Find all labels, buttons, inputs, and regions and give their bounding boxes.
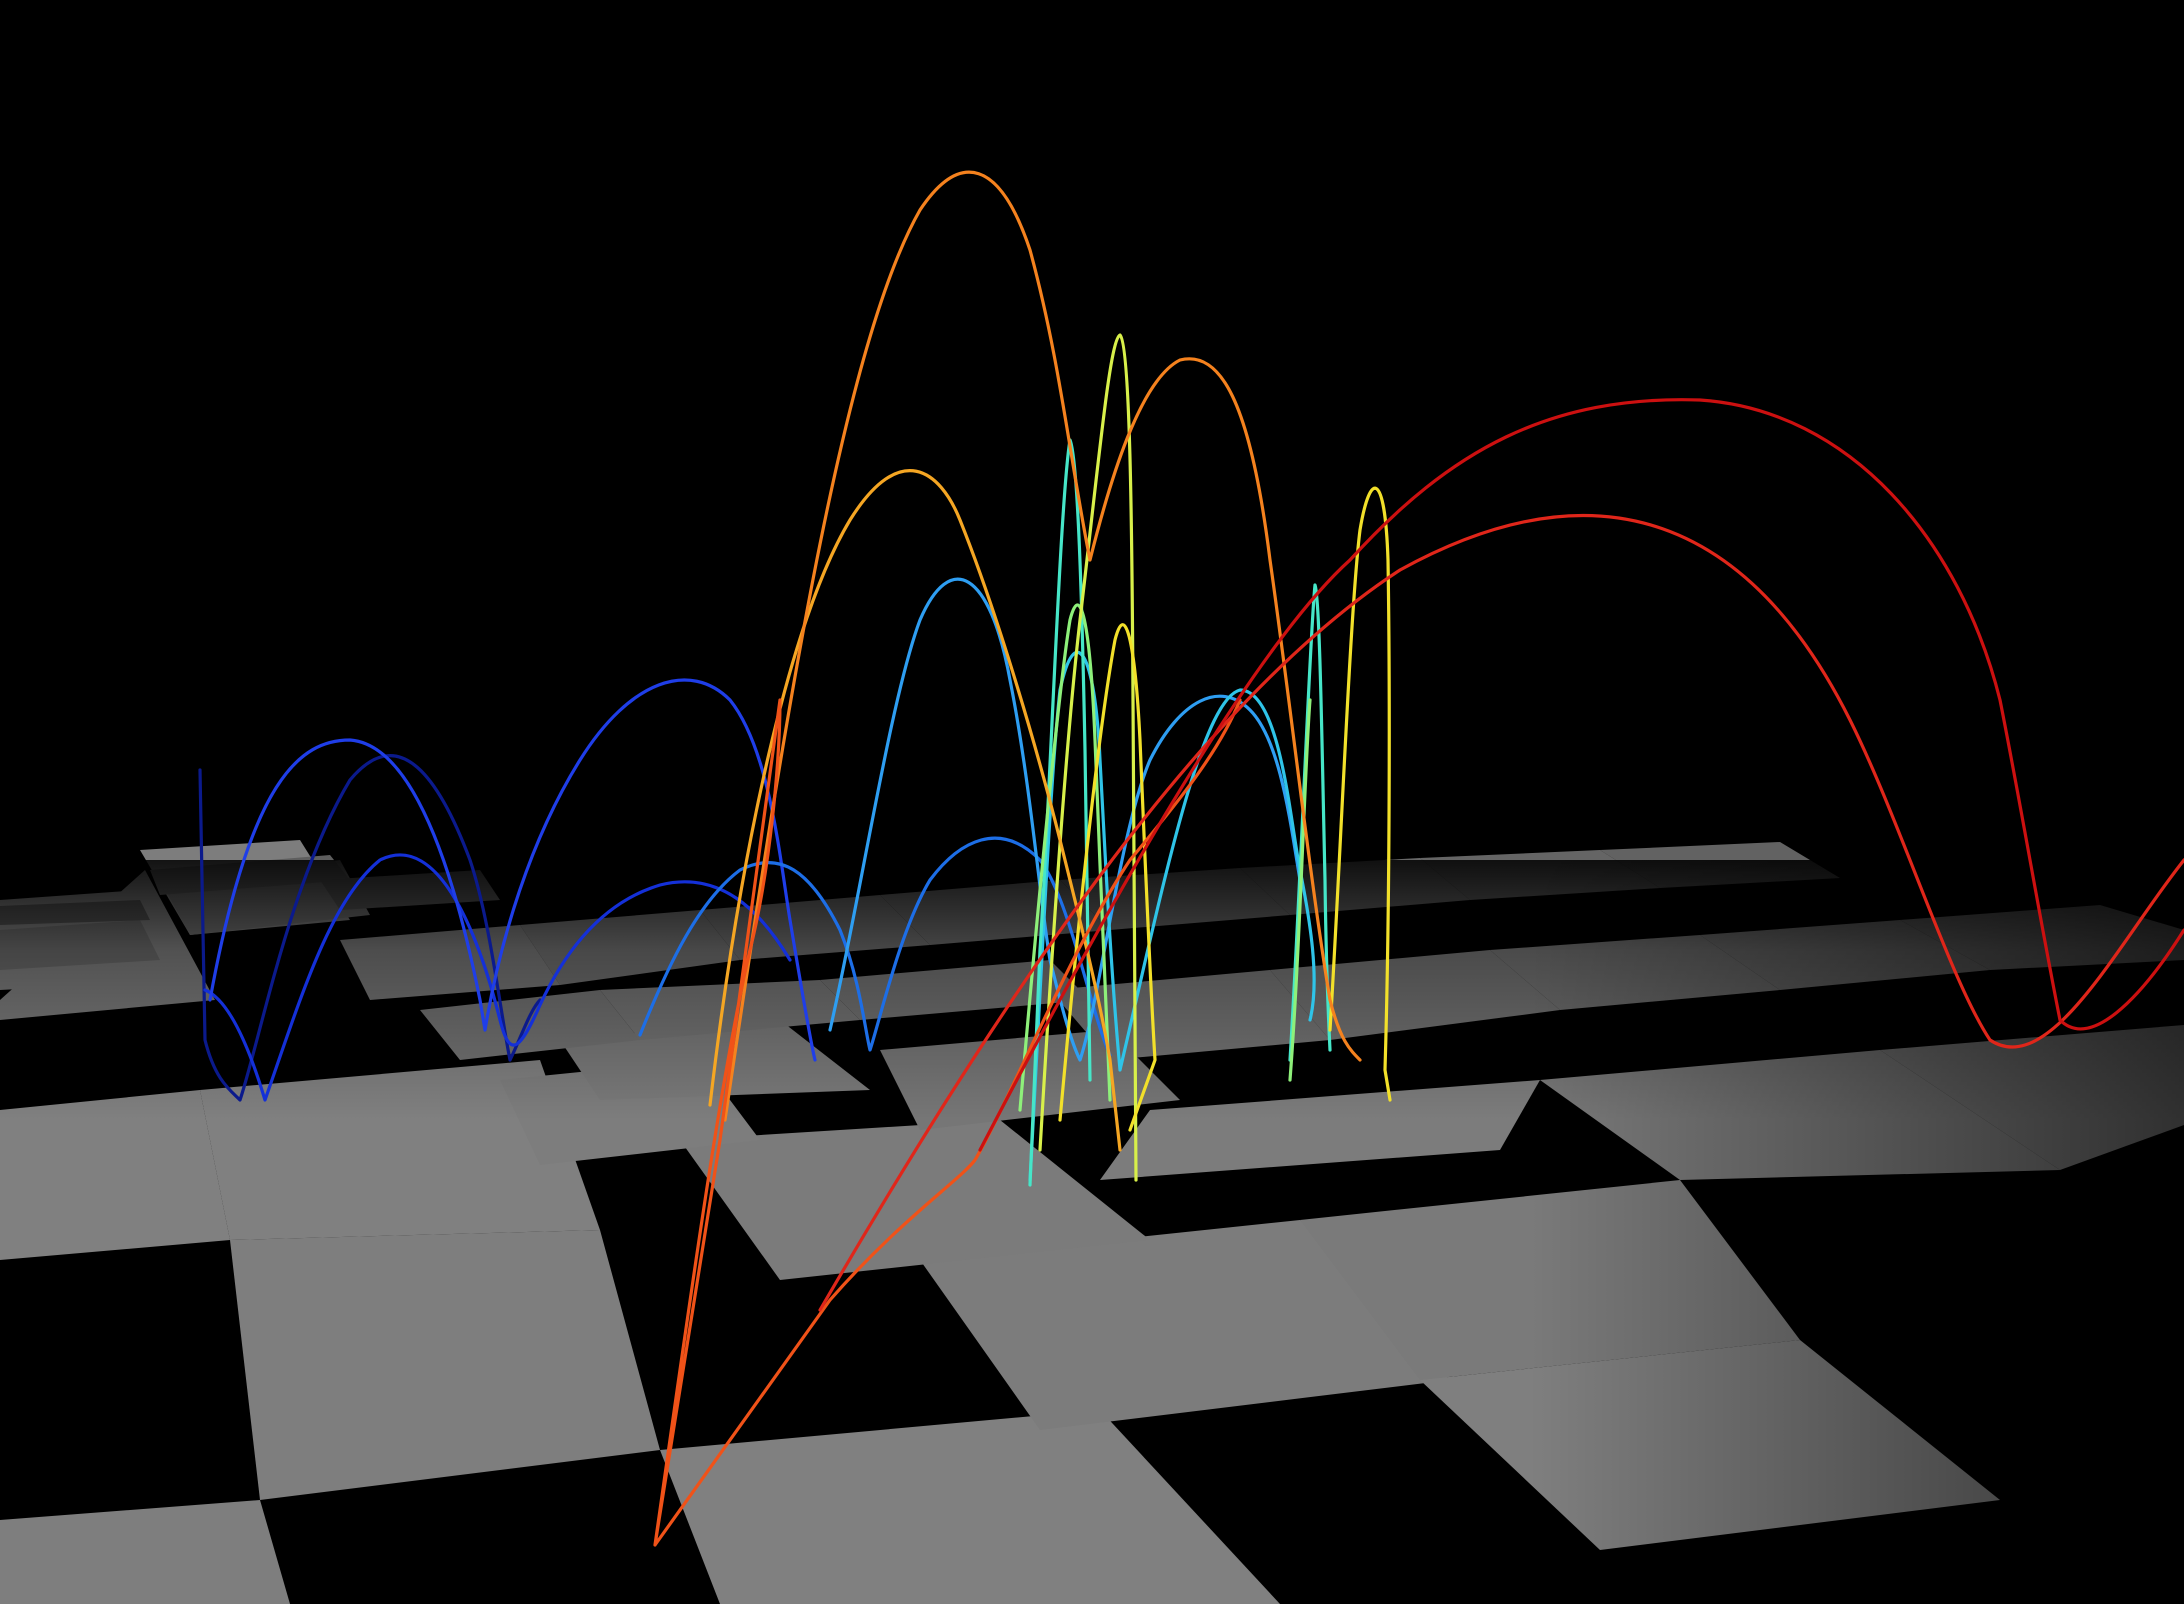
3d-trajectory-scene (0, 0, 2184, 1604)
checkerboard-floor (0, 840, 2184, 1604)
